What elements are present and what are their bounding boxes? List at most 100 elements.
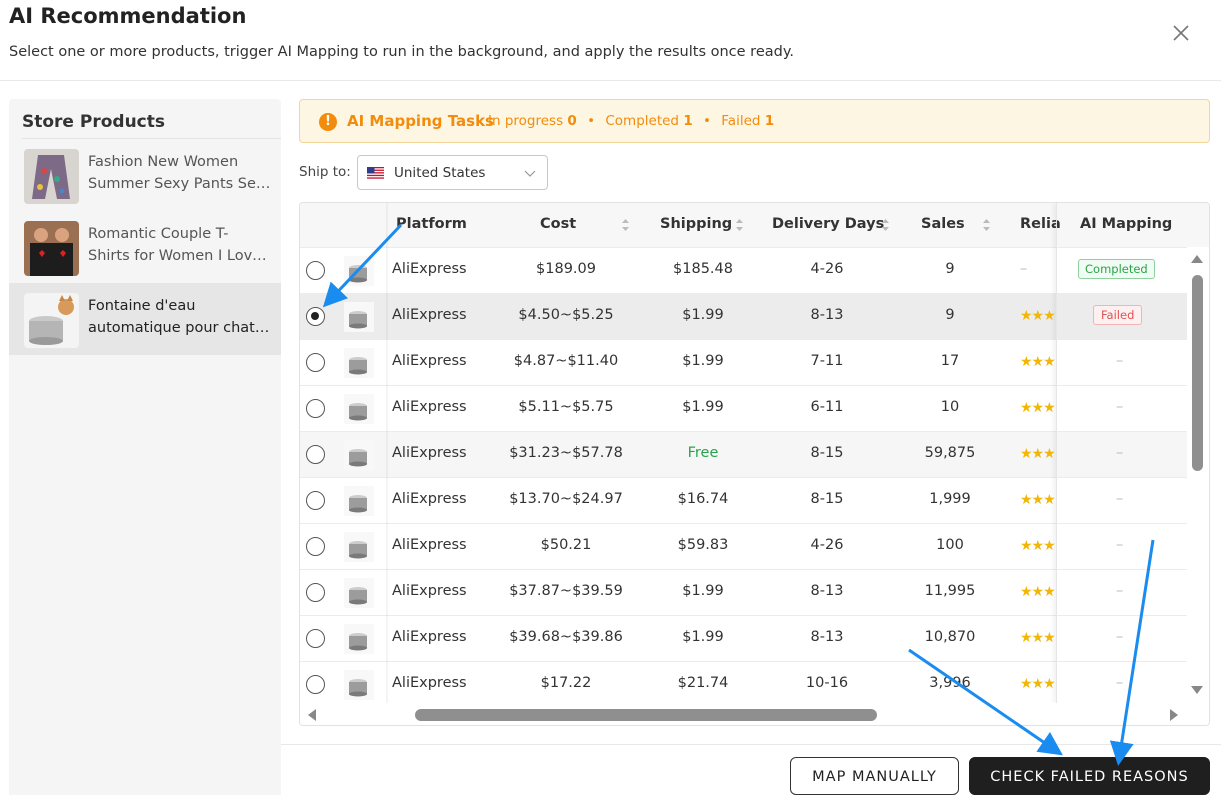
cell-sales: 100 — [936, 537, 964, 553]
cell-ai-mapping: – — [1116, 353, 1124, 369]
sort-icon[interactable] — [982, 217, 991, 233]
scroll-down-icon[interactable] — [1191, 686, 1203, 694]
cell-platform: AliExpress — [392, 537, 467, 553]
sidebar-item-couple-tshirts[interactable]: Romantic Couple T- Shirts for Women I Lo… — [9, 211, 281, 283]
scroll-right-icon[interactable] — [1170, 709, 1178, 721]
cell-sales: 9 — [945, 261, 955, 277]
reliability-stars: ★★★ — [1020, 308, 1056, 324]
cell-shipping: $185.48 — [673, 261, 733, 277]
ai-recommendation-modal: AI Recommendation Select one or more pro… — [0, 0, 1221, 795]
cell-delivery-days: 8-13 — [810, 629, 844, 645]
cell-ai-mapping: – — [1116, 583, 1124, 599]
cell-ai-mapping: – — [1116, 445, 1124, 461]
map-manually-button[interactable]: MAP MANUALLY — [790, 757, 959, 795]
sidebar-item-label: Fashion New Women Summer Sexy Pants Se… — [88, 151, 272, 195]
product-thumbnail — [24, 293, 79, 348]
column-header-sales[interactable]: Sales — [921, 216, 965, 232]
row-radio[interactable] — [306, 537, 325, 556]
vertical-scroll-thumb[interactable] — [1192, 275, 1203, 471]
table-row[interactable]: AliExpress $17.22 $21.74 10-16 3,996 ★★★ – — [300, 661, 1187, 707]
sidebar-item-line1: Romantic Couple T- — [88, 226, 229, 242]
cell-cost: $50.21 — [540, 537, 592, 553]
cell-ai-mapping: – — [1116, 491, 1124, 507]
completed-label: Completed — [605, 113, 680, 129]
cell-shipping: $1.99 — [682, 353, 724, 369]
table-row[interactable]: AliExpress $39.68~$39.86 $1.99 8-13 10,870 ★★… — [300, 615, 1187, 661]
row-radio[interactable] — [306, 583, 325, 602]
column-header-cost[interactable]: Cost — [540, 216, 576, 232]
failed-label: Failed — [721, 113, 761, 129]
completed-count: 1 — [683, 113, 693, 129]
status-badge-failed: Failed — [1093, 305, 1143, 325]
row-radio[interactable] — [306, 399, 325, 418]
cell-cost: $4.87~$11.40 — [513, 353, 619, 369]
product-image — [344, 578, 374, 608]
horizontal-scrollbar[interactable] — [300, 703, 1209, 725]
sidebar-item-label: Romantic Couple T- Shirts for Women I Lo… — [88, 223, 272, 267]
table-row[interactable]: AliExpress $31.23~$57.78 Free 8-15 59,875 ★★★… — [300, 431, 1187, 477]
product-image — [344, 394, 374, 424]
close-icon[interactable] — [1168, 20, 1194, 46]
cell-sales: 10,870 — [924, 629, 976, 645]
cell-delivery-days: 7-11 — [810, 353, 844, 369]
reliability-stars: ★★★ — [1020, 492, 1056, 508]
reliability-stars: ★★★ — [1020, 446, 1056, 462]
ship-to-value: United States — [394, 165, 486, 181]
reliability-stars: ★★★ — [1020, 584, 1056, 600]
check-failed-reasons-button[interactable]: CHECK FAILED REASONS — [969, 757, 1210, 795]
table-row[interactable]: AliExpress $37.87~$39.59 $1.99 8-13 11,995 ★★… — [300, 569, 1187, 615]
tasks-title: AI Mapping Tasks — [347, 112, 494, 130]
fixed-column-shadow — [386, 203, 389, 703]
cell-shipping: $21.74 — [677, 675, 729, 691]
product-thumbnail — [24, 149, 79, 204]
cell-shipping: Free — [687, 445, 719, 461]
cell-ai-mapping: – — [1116, 675, 1124, 691]
sidebar-item-line2: Summer Sexy Pants Se… — [88, 176, 271, 192]
cell-ai-mapping: – — [1116, 629, 1124, 645]
cell-platform: AliExpress — [392, 399, 467, 415]
table-row[interactable]: AliExpress $4.87~$11.40 $1.99 7-11 17 ★★★ – — [300, 339, 1187, 385]
column-header-ai-mapping: AI Mapping — [1080, 216, 1173, 232]
sidebar-item-line1: Fontaine d'eau — [88, 298, 196, 314]
horizontal-scroll-thumb[interactable] — [415, 709, 877, 721]
products-table: Platform Cost Shipping Delivery Days Sal… — [299, 202, 1210, 726]
row-radio[interactable] — [306, 445, 325, 464]
column-header-shipping[interactable]: Shipping — [660, 216, 732, 232]
scroll-up-icon[interactable] — [1191, 255, 1203, 263]
sort-icon[interactable] — [881, 217, 890, 233]
sidebar-item-fashion-pants[interactable]: Fashion New Women Summer Sexy Pants Se… — [9, 139, 281, 211]
reliability-stars: ★★★ — [1020, 400, 1056, 416]
table-row[interactable]: AliExpress $5.11~$5.75 $1.99 6-11 10 ★★★ – — [300, 385, 1187, 431]
row-radio[interactable] — [306, 491, 325, 510]
sidebar-item-label: Fontaine d'eau automatique pour chat… — [88, 295, 272, 339]
cell-cost: $39.68~$39.86 — [509, 629, 623, 645]
scroll-left-icon[interactable] — [308, 709, 316, 721]
cell-shipping: $1.99 — [682, 399, 724, 415]
separator: • — [587, 113, 596, 129]
row-radio[interactable] — [306, 261, 325, 280]
cell-platform: AliExpress — [392, 307, 467, 323]
sort-icon[interactable] — [735, 217, 744, 233]
product-image — [344, 670, 374, 700]
row-radio[interactable] — [306, 629, 325, 648]
sidebar-item-line2: Shirts for Women I Lov… — [88, 248, 267, 264]
row-radio[interactable] — [306, 675, 325, 694]
cell-cost: $13.70~$24.97 — [509, 491, 623, 507]
table-row[interactable]: AliExpress $13.70~$24.97 $16.74 8-15 1,999 ★★… — [300, 477, 1187, 523]
cell-sales: 3,996 — [929, 675, 971, 691]
sidebar-item-line2: automatique pour chat… — [88, 320, 270, 336]
table-row[interactable]: AliExpress $189.09 $185.48 4-26 9 – Completed — [300, 247, 1187, 293]
alert-icon: ! — [319, 113, 337, 131]
reliability-stars: ★★★ — [1020, 630, 1056, 646]
modal-title: AI Recommendation — [9, 4, 247, 28]
sidebar-item-cat-fountain[interactable]: Fontaine d'eau automatique pour chat… — [9, 283, 281, 355]
cell-platform: AliExpress — [392, 629, 467, 645]
ship-to-select[interactable]: United States — [357, 155, 548, 190]
ai-mapping-tasks-banner: ! AI Mapping Tasks In progress 0 • Compl… — [299, 99, 1210, 143]
table-row[interactable]: AliExpress $50.21 $59.83 4-26 100 ★★★ – — [300, 523, 1187, 569]
row-radio[interactable] — [306, 353, 325, 372]
row-radio[interactable] — [306, 307, 325, 326]
column-header-delivery-days[interactable]: Delivery Days — [772, 216, 884, 232]
sort-icon[interactable] — [621, 217, 630, 233]
table-row[interactable]: AliExpress $4.50~$5.25 $1.99 8-13 9 ★★★ Failed — [300, 293, 1187, 339]
